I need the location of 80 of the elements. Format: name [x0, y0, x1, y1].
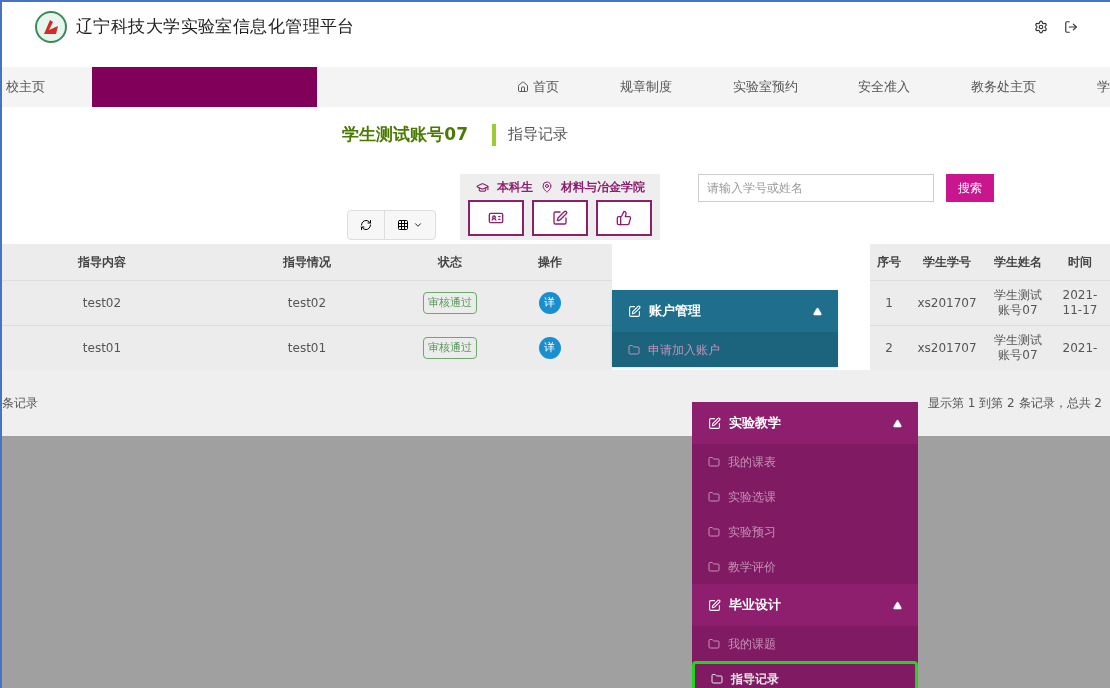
- column-header: 学生姓名: [993, 254, 1043, 271]
- table-cell-text: xs201707: [916, 295, 978, 311]
- column-header: 状态: [436, 254, 463, 271]
- table-cell-text: 1: [884, 295, 894, 311]
- nav-link[interactable]: 安全准入: [858, 77, 911, 97]
- menu-section-title: 毕业设计: [729, 596, 781, 615]
- menu-section-title: 账户管理: [649, 302, 701, 321]
- table-cell-text: test02: [286, 295, 328, 312]
- edit-button[interactable]: [532, 200, 588, 236]
- menu-item[interactable]: 教学评价: [692, 549, 918, 584]
- column-header: 指导内容: [77, 254, 127, 271]
- detail-button[interactable]: 详: [538, 292, 561, 314]
- column-header: 序号: [876, 254, 902, 271]
- table-cell-text: test01: [81, 340, 123, 357]
- site-title: 辽宁科技大学实验室信息化管理平台: [76, 15, 355, 39]
- menu-item[interactable]: 我的课表: [692, 444, 918, 479]
- caret-up-icon: [893, 600, 902, 610]
- status-tag: 审核通过: [422, 336, 477, 360]
- column-header: 时间: [1067, 254, 1093, 271]
- edit-icon: [708, 598, 721, 612]
- menu-section-header[interactable]: 实验教学: [692, 402, 918, 444]
- folder-icon: [711, 672, 723, 685]
- table-cell-text: xs201707: [916, 340, 978, 356]
- search-field[interactable]: 请输入学号或姓名: [698, 174, 934, 202]
- caret-up-icon: [813, 306, 822, 316]
- student-level: 本科生: [496, 179, 533, 196]
- edit-icon: [552, 210, 568, 226]
- folder-icon: [708, 525, 720, 538]
- footer-text: 条记录: [2, 395, 38, 412]
- menu-item[interactable]: 实验选课: [692, 479, 918, 514]
- id-card-icon: [488, 210, 504, 226]
- profile-card-button[interactable]: [468, 200, 524, 236]
- table-cell-text: 2021-11-17: [1061, 288, 1099, 318]
- sign-out-icon[interactable]: [1064, 20, 1078, 34]
- table-cell-text: 2: [884, 340, 894, 356]
- caret-up-icon: [893, 418, 902, 428]
- home-icon: [517, 81, 529, 93]
- menu-item[interactable]: 实验预习: [692, 514, 918, 549]
- graduation-cap-icon: [475, 180, 489, 194]
- nav-link[interactable]: 学: [1097, 77, 1110, 97]
- folder-icon: [708, 637, 720, 650]
- table-cell-text: 学生测试账号07: [993, 288, 1043, 318]
- search-button[interactable]: 搜索: [946, 174, 994, 202]
- edit-icon: [708, 416, 721, 430]
- grid-icon: [397, 219, 409, 231]
- menu-item[interactable]: 指导记录: [692, 661, 918, 688]
- nav-link[interactable]: 校主页: [6, 77, 92, 97]
- table-cell-text: test01: [286, 340, 328, 357]
- table-cell-text: test02: [81, 295, 123, 312]
- folder-icon: [708, 455, 720, 468]
- menu-item[interactable]: 我的课题: [692, 626, 918, 661]
- table-cell-text: 2021-: [1061, 340, 1099, 356]
- menu-section-title: 实验教学: [729, 414, 781, 433]
- refresh-icon: [360, 219, 372, 231]
- settings-icon[interactable]: [1034, 20, 1048, 34]
- nav-link[interactable]: 实验室预约: [732, 77, 798, 97]
- location-pin-icon: [540, 181, 553, 193]
- thumbs-up-button[interactable]: [596, 200, 652, 236]
- column-header: 指导情况: [282, 254, 332, 271]
- university-logo: [34, 10, 68, 44]
- nav-link[interactable]: 教务处主页: [971, 77, 1037, 97]
- menu-section-header[interactable]: 毕业设计: [692, 584, 918, 626]
- nav-link[interactable]: 首页: [517, 77, 559, 97]
- nav-link[interactable]: 规章制度: [619, 77, 672, 97]
- folder-icon: [708, 560, 720, 573]
- caret-icon: [413, 220, 423, 230]
- pagination-info: 显示第 1 到第 2 条记录，总共 2: [928, 395, 1102, 412]
- column-header: 操作: [536, 254, 563, 271]
- folder-icon: [628, 343, 640, 356]
- detail-button[interactable]: 详: [538, 337, 561, 359]
- folder-icon: [708, 490, 720, 503]
- edit-icon: [628, 304, 641, 318]
- table-cell-text: 学生测试账号07: [993, 333, 1043, 363]
- college-name: 材料与冶金学院: [560, 179, 645, 196]
- user-name: 学生测试账号07: [342, 122, 468, 146]
- menu-section-header[interactable]: 账户管理: [612, 290, 838, 332]
- thumbs-up-icon: [616, 210, 632, 226]
- column-header: 学生学号: [922, 254, 972, 271]
- status-tag: 审核通过: [422, 291, 477, 315]
- page-title: 指导记录: [508, 124, 568, 146]
